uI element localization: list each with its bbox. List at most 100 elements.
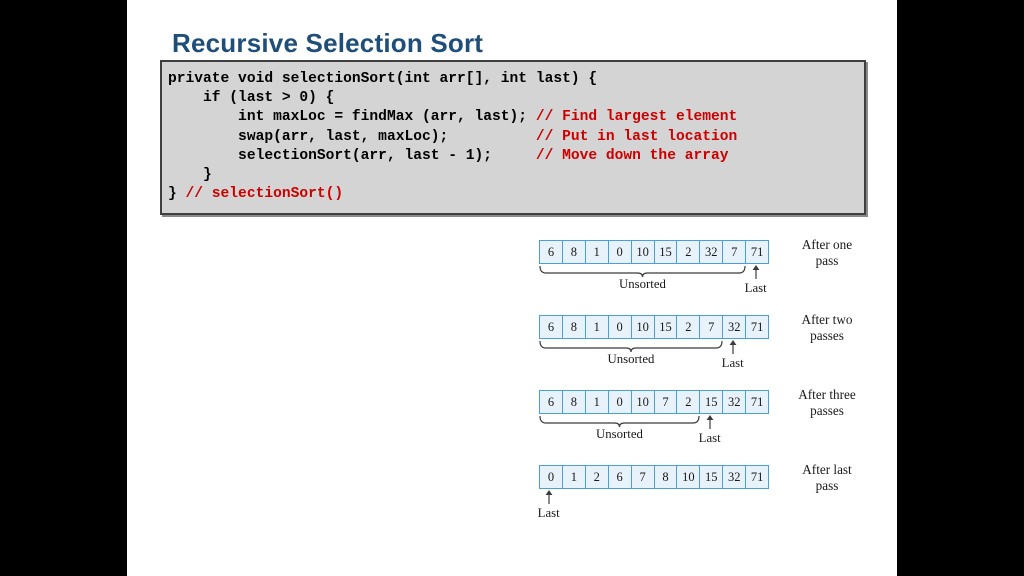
array-cell: 15 [655,241,678,263]
unsorted-brace [539,266,746,278]
array-cell: 2 [677,241,701,263]
letterbox-bar-right [897,0,1024,576]
array-row: 6 8 1 0 10 7 2 15 32 71 After three passes Unsorted L… [539,387,856,460]
array-cell: 6 [540,241,563,263]
array-cell: 10 [632,241,655,263]
array-cell: 1 [586,316,609,338]
code-text: } [168,167,212,184]
unsorted-brace [539,416,700,428]
pass-label-line2: pass [815,252,839,268]
array-cell: 0 [540,466,563,488]
page-title: Recursive Selection Sort [172,28,484,58]
array-row: 0 1 2 6 7 8 10 15 32 71 After last pass Last [538,462,852,535]
unsorted-brace [539,341,723,353]
array-annotations: Unsorted Last [539,264,779,310]
unsorted-label: Unsorted [619,277,666,291]
slide-canvas: Recursive Selection Sort private void se… [127,0,897,576]
array-cells: 6 8 1 0 10 7 2 15 32 71 [539,390,769,414]
code-text: swap(arr, last, maxLoc); [168,128,536,145]
array-row: 6 8 1 0 10 15 2 7 32 71 After two passes Unsorted Las… [539,312,852,385]
up-arrow-icon [729,340,737,354]
array-cell: 7 [723,241,747,263]
pass-label: After one pass [779,237,875,268]
array-annotations: Last [538,489,779,535]
letterbox-bar-left [0,0,127,576]
array-cell: 32 [700,241,724,263]
array-cell: 71 [750,469,764,484]
up-arrow-icon [706,415,714,429]
array-row: 6 8 1 0 10 15 2 32 7 71 After one pass Unsorted Last [539,237,852,310]
up-arrow-icon [545,490,553,504]
array-cell: 0 [609,241,632,263]
array-cells: 6 8 1 0 10 15 2 32 7 71 [539,240,769,264]
array-cells: 0 1 2 6 7 8 10 15 32 71 [539,465,769,489]
array-cell: 15 [700,391,724,413]
array-cell: 10 [677,466,701,488]
array-annotations: Unsorted Last [539,339,779,385]
unsorted-label: Unsorted [607,352,655,366]
slide-stage: Recursive Selection Sort private void se… [0,0,1024,576]
array-cell: 0 [609,391,632,413]
pass-label: After two passes [779,312,875,343]
last-label: Last [721,356,744,370]
array-cell: 32 [723,391,747,413]
code-text: private void selectionSort(int arr[], in… [168,71,598,87]
last-marker: Last [713,340,753,371]
code-line: } [168,166,864,185]
array-cell: 0 [609,316,632,338]
array-cell: 7 [655,391,678,413]
array-cell: 71 [750,319,764,334]
array-cell: 10 [632,391,655,413]
array-cell: 8 [563,316,586,338]
pass-label-line1: After three [798,387,856,402]
array-cell: 8 [655,466,678,488]
pass-label-line1: After one [801,237,853,252]
code-line: if (last > 0) { [168,89,864,108]
pass-label-line2: pass [815,477,839,493]
up-arrow-icon [752,265,760,279]
array-cell: 15 [655,316,678,338]
last-label: Last [744,281,767,295]
array-cell: 8 [563,241,586,263]
array-cell: 71 [750,244,764,259]
code-comment: // Move down the array [535,147,729,164]
pass-label-line1: After last [802,462,852,477]
code-text: if (last > 0) { [168,90,335,107]
array-cell: 15 [700,466,724,488]
array-cell: 2 [586,466,609,488]
code-comment: // selectionSort() [185,186,344,203]
code-line: } // selectionSort() [168,185,864,204]
array-cell: 32 [723,316,747,338]
array-annotations: Unsorted Last [539,414,779,460]
array-cell: 7 [700,316,724,338]
pass-label-line2: passes [810,327,844,343]
last-label: Last [698,431,721,445]
array-cell: 71 [750,394,764,409]
array-cell: 2 [677,391,701,413]
array-cells: 6 8 1 0 10 15 2 7 32 71 [539,315,769,339]
code-block: private void selectionSort(int arr[], in… [160,60,866,216]
code-comment: // Find largest element [535,109,738,126]
last-marker: Last [529,490,569,521]
code-comment: // Put in last location [535,128,738,145]
pass-label: After last pass [779,462,875,493]
array-cell: 8 [563,391,586,413]
last-marker: Last [690,415,730,446]
last-marker: Last [736,265,776,296]
array-cell: 10 [632,316,655,338]
code-line: private void selectionSort(int arr[], in… [168,70,864,89]
code-text: } [168,186,186,203]
array-cell: 6 [609,466,632,488]
pass-label: After three passes [779,387,875,418]
array-cell: 7 [632,466,655,488]
array-cell: 6 [540,391,563,413]
code-line: int maxLoc = findMax (arr, last); // Fin… [168,108,864,127]
last-label: Last [537,506,560,520]
pass-label-line1: After two [801,312,853,327]
code-line: selectionSort(arr, last - 1); // Move do… [168,147,864,166]
code-text: int maxLoc = findMax (arr, last); [168,109,536,126]
array-cell: 2 [677,316,701,338]
array-cell: 6 [540,316,563,338]
array-cell: 1 [586,241,609,263]
array-cell: 32 [723,466,747,488]
